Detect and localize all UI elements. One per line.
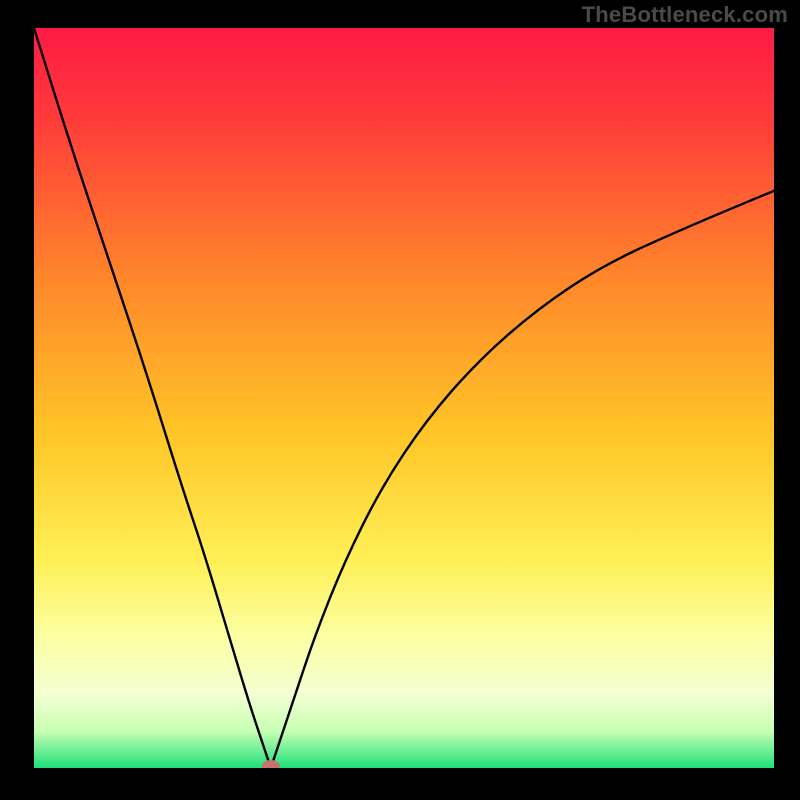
watermark-label: TheBottleneck.com [582,2,788,28]
plot-svg [34,28,774,768]
chart-frame: TheBottleneck.com [0,0,800,800]
plot-area [34,28,774,768]
gradient-background [34,28,774,768]
